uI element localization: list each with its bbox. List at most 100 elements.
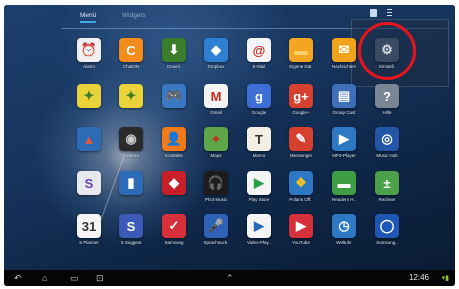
- app-red-app[interactable]: ◆: [152, 171, 196, 211]
- app-label: Music Hub: [376, 153, 398, 158]
- app-feature-app[interactable]: ✦: [109, 84, 153, 124]
- app-label: S Planner: [79, 240, 99, 245]
- app-weltuhr[interactable]: ◷ Weltuhr: [322, 214, 366, 254]
- app-label: Play Store: [248, 197, 270, 202]
- app-label: Nachrichten: [331, 64, 356, 69]
- play-store-icon: ▶: [247, 171, 271, 195]
- app-eigene-dat[interactable]: ▬ Eigene Dat.: [279, 38, 323, 78]
- app-s-note[interactable]: S: [67, 171, 111, 211]
- app-downl[interactable]: ⬇ Downl.: [152, 38, 196, 78]
- app-label: Video-Play..: [247, 240, 271, 245]
- app-gmail[interactable]: M Gmail: [194, 84, 238, 124]
- app-e-mail[interactable]: @ E-Mail: [237, 38, 281, 78]
- music-hub-icon: ◎: [375, 127, 399, 151]
- market-icon[interactable]: [370, 9, 377, 17]
- camera-icon: ◉: [119, 127, 143, 151]
- app-label: ChatON: [122, 64, 140, 69]
- app-maps[interactable]: ⌖ Maps: [194, 127, 238, 167]
- world-clock-icon: ◷: [332, 214, 356, 238]
- app-label: Readers H..: [331, 197, 356, 202]
- app-music-hub[interactable]: ◎ Music Hub: [365, 127, 409, 167]
- s-suggest-icon: S: [119, 214, 143, 238]
- app-label: S Suggest: [120, 240, 142, 245]
- book-app-icon: ▮: [119, 171, 143, 195]
- app-dropbox[interactable]: ◆ Dropbox: [194, 38, 238, 78]
- app-samsung[interactable]: ✓ Samsung: [152, 214, 196, 254]
- app-label: Messenger: [289, 153, 313, 158]
- app-youtube[interactable]: ▶ YouTube: [279, 214, 323, 254]
- app-mp3-player[interactable]: ▶ MP3-Player: [322, 127, 366, 167]
- app-game-hub[interactable]: 🎮: [152, 84, 196, 124]
- chevron-up-icon[interactable]: ⌃: [226, 273, 234, 283]
- clock: 12:46: [408, 273, 429, 282]
- app-label: Samsung..: [376, 240, 398, 245]
- tab-menu[interactable]: Menü: [80, 12, 97, 23]
- messages-icon: ✉: [332, 38, 356, 62]
- app-chaton[interactable]: C ChatON: [109, 38, 153, 78]
- app-kamera[interactable]: ◉ Kamera: [109, 127, 153, 167]
- recent-apps-icon[interactable]: ▭: [70, 273, 79, 283]
- app-label: Samsung: [164, 240, 184, 245]
- game-hub-icon: 🎮: [162, 84, 186, 108]
- app-alarm[interactable]: ⏰ Alarm: [67, 38, 111, 78]
- screenshot-icon[interactable]: ⊡: [96, 273, 104, 283]
- calendar-icon: 31: [77, 214, 101, 238]
- app-label: Weltuhr: [336, 240, 352, 245]
- app-google[interactable]: g+ Google+: [279, 84, 323, 124]
- tab-widgets[interactable]: Widgets: [122, 12, 145, 19]
- google-plus-icon: g+: [289, 84, 313, 108]
- app-google[interactable]: g Google: [237, 84, 281, 124]
- app-rechner[interactable]: ± Rechner: [365, 171, 409, 211]
- overflow-menu-icon[interactable]: [387, 9, 392, 17]
- app-phot-music[interactable]: 🎧 Phot Music: [194, 171, 238, 211]
- app-label: Memo: [252, 153, 266, 158]
- app-s-planner[interactable]: 31 S Planner: [67, 214, 111, 254]
- app-label: Alarm: [83, 64, 95, 69]
- app-flipboard[interactable]: ✦: [67, 84, 111, 124]
- app-label: Kamera: [123, 153, 139, 158]
- app-polaris-off[interactable]: ❖ Polaris Off..: [279, 171, 323, 211]
- help-icon: ?: [375, 84, 399, 108]
- app-label: Sprachsuch.: [203, 240, 229, 245]
- calculator-icon: ±: [375, 171, 399, 195]
- app-apps[interactable]: ▲: [67, 127, 111, 167]
- app-label: Gmail: [210, 110, 222, 115]
- tablet-screen: Menü Widgets ⏰ Alarm C ChatON ⬇ Downl. ◆ Dropbo…: [4, 5, 455, 286]
- app-memo[interactable]: T Memo: [237, 127, 281, 167]
- video-player-icon: ▶: [247, 214, 271, 238]
- gmail-icon: M: [204, 84, 228, 108]
- app-readers-h[interactable]: ▬ Readers H..: [322, 171, 366, 211]
- alarm-clock-icon: ⏰: [77, 38, 101, 62]
- home-icon[interactable]: ⌂: [42, 273, 47, 283]
- app-label: Maps: [210, 153, 222, 158]
- app-hilfe[interactable]: ? Hilfe: [365, 84, 409, 124]
- app-messenger[interactable]: ✎ Messenger: [279, 127, 323, 167]
- back-icon[interactable]: ↶: [14, 273, 22, 283]
- google-search-icon: g: [247, 84, 271, 108]
- app-video-play[interactable]: ▶ Video-Play..: [237, 214, 281, 254]
- app-samsung[interactable]: ◯ Samsung..: [365, 214, 409, 254]
- contacts-icon: 👤: [162, 127, 186, 151]
- samsung-apps-icon: ✓: [162, 214, 186, 238]
- app-label: Rechner: [378, 197, 396, 202]
- app-book-app[interactable]: ▮: [109, 171, 153, 211]
- app-label: Phot Music: [204, 197, 228, 202]
- email-icon: @: [247, 38, 271, 62]
- app-s-suggest[interactable]: S S Suggest: [109, 214, 153, 254]
- app-label: Eigene Dat.: [289, 64, 313, 69]
- app-label: Dropbox: [207, 64, 225, 69]
- app-label: YouTube: [292, 240, 310, 245]
- system-navigation-bar: ↶ ⌂ ▭ ⊡ ⌃ 12:46 ▾▮: [4, 270, 455, 286]
- group-cast-icon: ▤: [332, 84, 356, 108]
- app-play-store[interactable]: ▶ Play Store: [237, 171, 281, 211]
- app-kontakte[interactable]: 👤 Kontakte: [152, 127, 196, 167]
- headphones-icon: 🎧: [204, 171, 228, 195]
- folder-icon: ▬: [289, 38, 313, 62]
- home-screen-wallpaper: Menü Widgets ⏰ Alarm C ChatON ⬇ Downl. ◆ Dropbo…: [4, 5, 455, 273]
- app-sprachsuch[interactable]: 🎤 Sprachsuch.: [194, 214, 238, 254]
- youtube-icon: ▶: [289, 214, 313, 238]
- app-group-cast[interactable]: ▤ Group Cast: [322, 84, 366, 124]
- wifi-battery-icons: ▾▮: [441, 275, 449, 282]
- app-label: Google+: [292, 110, 310, 115]
- s-note-icon: S: [77, 171, 101, 195]
